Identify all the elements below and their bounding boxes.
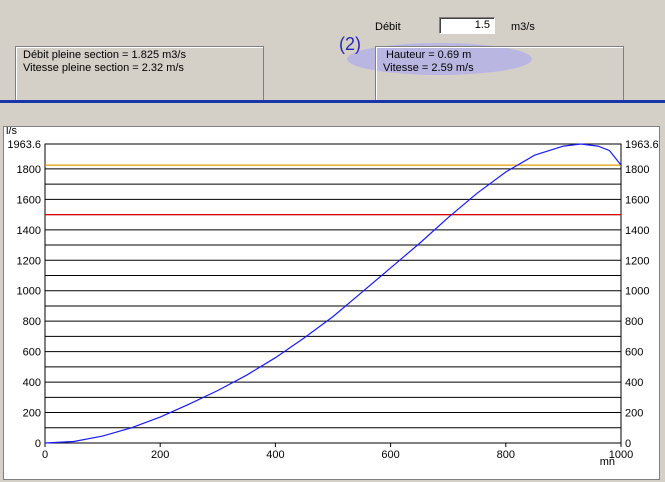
y-tick-label-left: 600 — [23, 347, 41, 359]
y-tick-label-right: 1600 — [625, 194, 649, 206]
chart-panel: 0 0 200 200 400 400 600 600 800 800 1000 1000 1200 12… — [3, 125, 660, 480]
y-tick-label-right: 1000 — [625, 286, 649, 298]
y-tick-label-left: 1963.6 — [7, 139, 41, 151]
result-height: Hauteur = 0.69 m — [386, 49, 472, 61]
debit-label: Débit — [375, 21, 401, 33]
x-tick-label: 400 — [266, 449, 284, 461]
y-tick-label-right: 200 — [625, 408, 643, 420]
x-tick-label: 200 — [151, 449, 169, 461]
y-tick-label-left: 0 — [35, 438, 41, 450]
y-tick-label-right: 800 — [625, 316, 643, 328]
result-box: Hauteur = 0.69 m Vitesse = 2.59 m/s — [375, 46, 624, 102]
y-tick-label-right: 1800 — [625, 164, 649, 176]
plot-frame — [44, 143, 622, 444]
y-tick-label-left: 1200 — [17, 255, 41, 267]
y-tick-label-right: 400 — [625, 377, 643, 389]
x-tick-label: 0 — [42, 449, 48, 461]
top-panel: Débit 1.5 m3/s Débit pleine section = 1.… — [0, 0, 665, 102]
y-tick-label-left: 1400 — [17, 225, 41, 237]
y-tick-label-right: 1400 — [625, 225, 649, 237]
x-axis-label: mn — [600, 456, 615, 468]
separator-line — [0, 100, 665, 103]
x-tick-label: 800 — [497, 449, 515, 461]
y-tick-label-left: 800 — [23, 316, 41, 328]
y-tick-label-left: 200 — [23, 408, 41, 420]
flow-chart: 0 0 200 200 400 400 600 600 800 800 1000 1000 1200 12… — [6, 125, 659, 468]
full-section-velocity: Vitesse pleine section = 2.32 m/s — [23, 62, 184, 74]
y-axis-label: l/s — [6, 127, 18, 137]
y-tick-label-left: 1600 — [17, 194, 41, 206]
annotation-marker: (2) — [339, 34, 361, 54]
y-tick-label-right: 600 — [625, 347, 643, 359]
full-section-box: Débit pleine section = 1.825 m3/s Vitess… — [15, 46, 264, 102]
y-tick-label-right: 1200 — [625, 255, 649, 267]
full-section-flow: Débit pleine section = 1.825 m3/s — [23, 49, 186, 61]
result-velocity: Vitesse = 2.59 m/s — [383, 62, 474, 74]
y-tick-label-left: 1000 — [17, 286, 41, 298]
debit-input[interactable]: 1.5 — [439, 17, 495, 34]
x-tick-label: 600 — [381, 449, 399, 461]
y-tick-label-left: 1800 — [17, 164, 41, 176]
debit-unit: m3/s — [511, 21, 535, 33]
y-tick-label-left: 400 — [23, 377, 41, 389]
y-tick-label-right: 1963.6 — [625, 139, 659, 151]
